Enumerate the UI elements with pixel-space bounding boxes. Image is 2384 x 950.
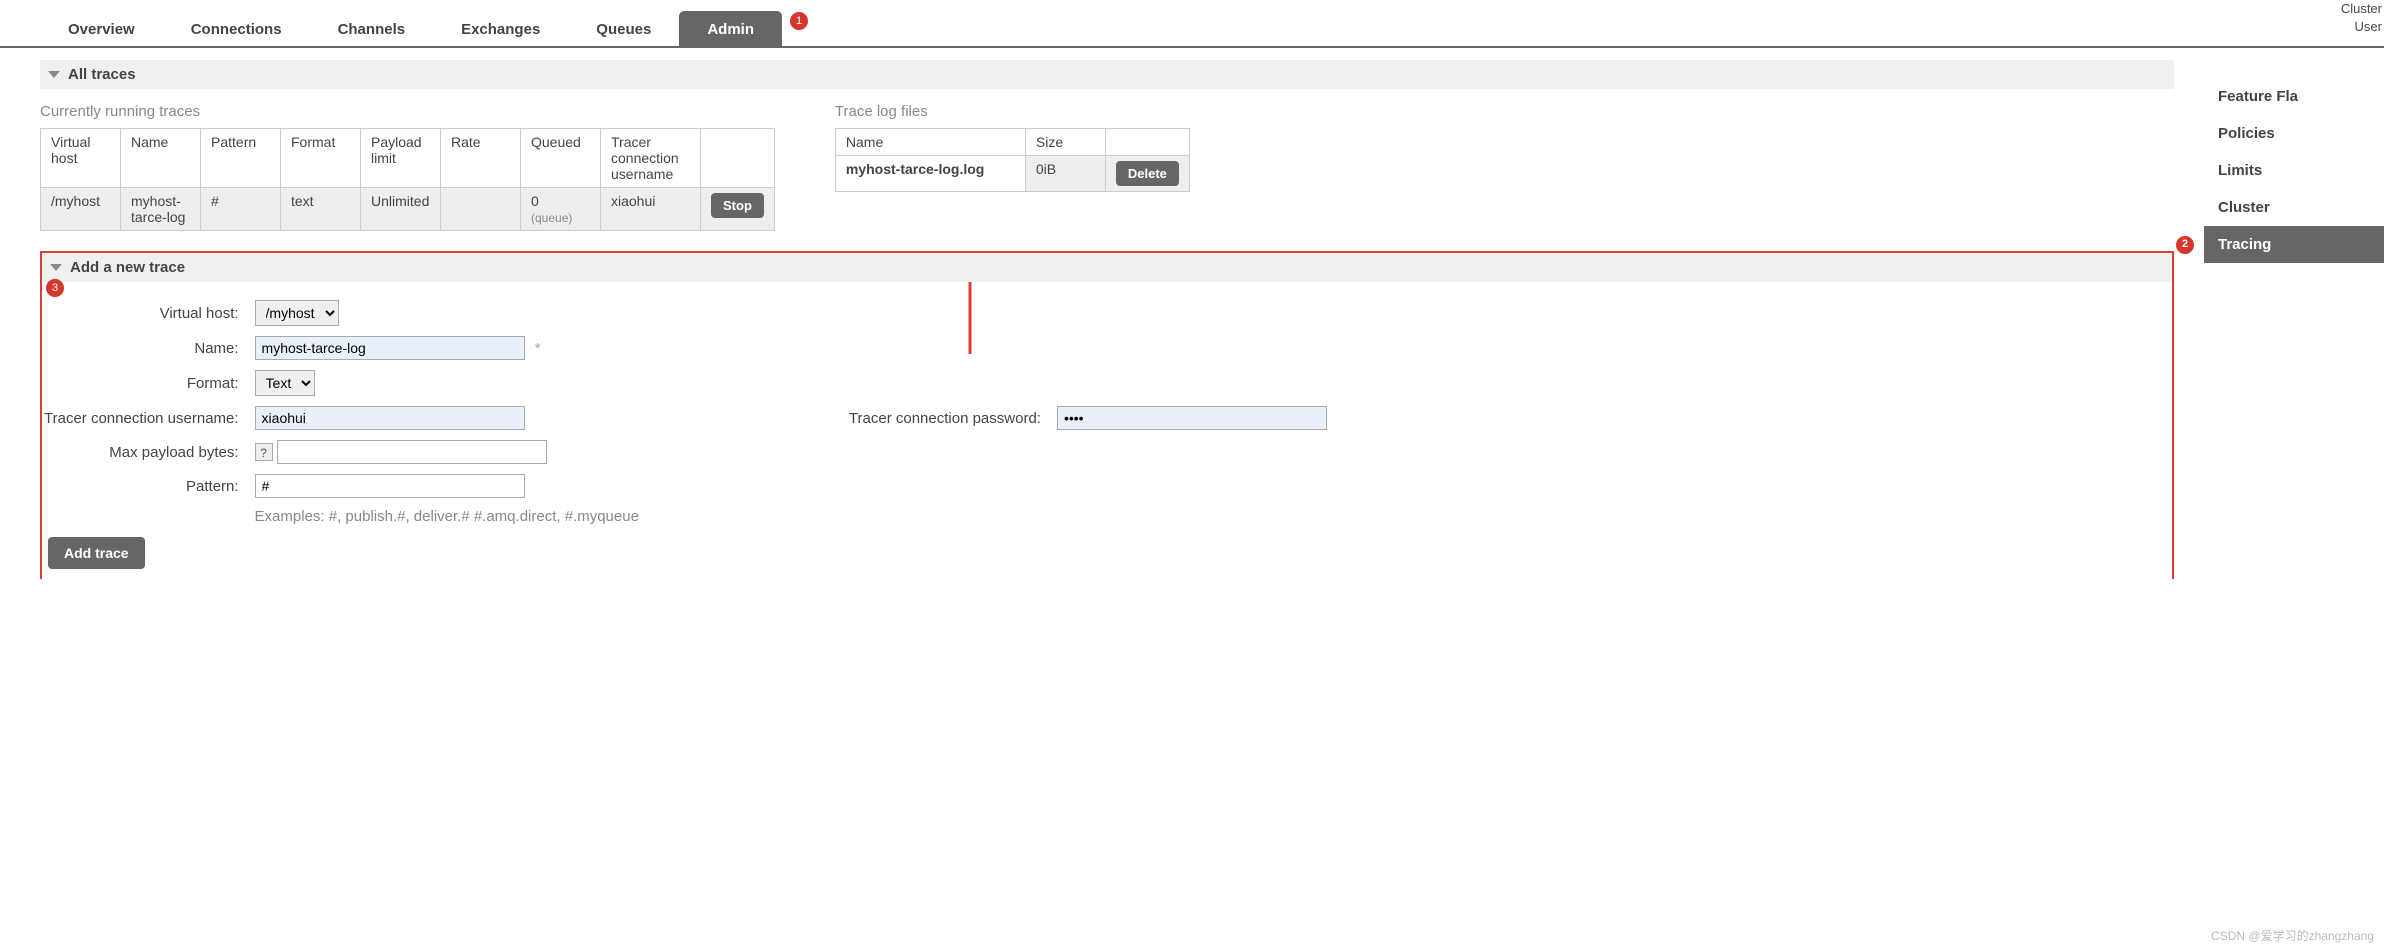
cluster-label: Cluster bbox=[2341, 0, 2382, 18]
col-log-size: Size bbox=[1025, 129, 1105, 156]
col-format: Format bbox=[281, 129, 361, 188]
format-select[interactable]: Text bbox=[255, 370, 315, 396]
stop-button[interactable]: Stop bbox=[711, 193, 764, 218]
section-add-trace[interactable]: Add a new trace bbox=[42, 253, 2172, 282]
top-nav: Overview Connections Channels Exchanges … bbox=[0, 0, 2384, 48]
side-limits[interactable]: Limits bbox=[2204, 152, 2384, 189]
side-tracing[interactable]: 2 Tracing bbox=[2204, 226, 2384, 263]
queued-sub: (queue) bbox=[531, 211, 572, 225]
col-log-name: Name bbox=[835, 129, 1025, 156]
cell-tracer-user: xiaohui bbox=[601, 188, 701, 231]
cell-vhost: /myhost bbox=[41, 188, 121, 231]
watermark: CSDN @爱学习的zhangzhang bbox=[2211, 927, 2374, 944]
annotation-badge-1: 1 bbox=[790, 12, 808, 30]
tab-exchanges[interactable]: Exchanges bbox=[433, 11, 568, 46]
annotation-badge-3: 3 bbox=[46, 279, 64, 297]
add-trace-button[interactable]: Add trace bbox=[48, 537, 145, 569]
cell-name: myhost-tarce-log bbox=[121, 188, 201, 231]
add-trace-form-right: Tracer connection password: bbox=[847, 400, 1335, 436]
cell-pattern: # bbox=[201, 188, 281, 231]
add-trace-panel: 3 Add a new trace Virtual host: /myhost … bbox=[40, 251, 2174, 579]
label-format: Format: bbox=[44, 366, 247, 400]
side-cluster[interactable]: Cluster bbox=[2204, 189, 2384, 226]
delete-button[interactable]: Delete bbox=[1116, 161, 1179, 186]
running-traces-table: Virtual host Name Pattern Format Payload… bbox=[40, 128, 775, 231]
label-tracer-pass: Tracer connection password: bbox=[849, 402, 1049, 434]
help-icon[interactable]: ? bbox=[255, 443, 273, 461]
tracer-user-input[interactable] bbox=[255, 406, 525, 430]
col-log-action bbox=[1105, 129, 1189, 156]
section-add-trace-title: Add a new trace bbox=[70, 259, 185, 276]
col-name: Name bbox=[121, 129, 201, 188]
col-vhost: Virtual host bbox=[41, 129, 121, 188]
log-files-title: Trace log files bbox=[835, 103, 1190, 120]
log-files-table: Name Size myhost-tarce-log.log 0iB Delet… bbox=[835, 128, 1190, 192]
section-all-traces[interactable]: All traces bbox=[40, 60, 2174, 89]
label-vhost: Virtual host: bbox=[44, 296, 247, 330]
annotation-badge-2: 2 bbox=[2176, 236, 2194, 254]
col-tracer-user: Tracer connection username bbox=[601, 129, 701, 188]
side-policies[interactable]: Policies bbox=[2204, 115, 2384, 152]
tab-admin[interactable]: Admin bbox=[679, 11, 782, 46]
tracer-pass-input[interactable] bbox=[1057, 406, 1327, 430]
mandatory-marker: * bbox=[535, 340, 541, 357]
pattern-input[interactable] bbox=[255, 474, 525, 498]
log-size: 0iB bbox=[1025, 156, 1105, 192]
cell-action: Stop bbox=[701, 188, 775, 231]
log-action: Delete bbox=[1105, 156, 1189, 192]
section-all-traces-title: All traces bbox=[68, 66, 136, 83]
cell-queued: 0 (queue) bbox=[521, 188, 601, 231]
chevron-down-icon bbox=[50, 264, 62, 271]
cell-format: text bbox=[281, 188, 361, 231]
side-nav: Feature Fla Policies Limits Cluster 2 Tr… bbox=[2204, 48, 2384, 263]
side-feature-flags[interactable]: Feature Fla bbox=[2204, 78, 2384, 115]
tab-overview[interactable]: Overview bbox=[40, 11, 163, 46]
vhost-select[interactable]: /myhost bbox=[255, 300, 339, 326]
tab-channels[interactable]: Channels bbox=[310, 11, 434, 46]
label-tracer-user: Tracer connection username: bbox=[44, 402, 247, 434]
cell-rate bbox=[441, 188, 521, 231]
pattern-examples: Examples: #, publish.#, deliver.# #.amq.… bbox=[249, 504, 645, 529]
user-label: User bbox=[2341, 18, 2382, 36]
max-payload-input[interactable] bbox=[277, 440, 547, 464]
tab-queues[interactable]: Queues bbox=[568, 11, 679, 46]
label-max-payload: Max payload bytes: bbox=[44, 436, 247, 468]
side-tracing-label: Tracing bbox=[2218, 236, 2271, 253]
label-name: Name: bbox=[44, 332, 247, 364]
col-queued: Queued bbox=[521, 129, 601, 188]
header-right: Cluster User bbox=[2341, 0, 2384, 36]
col-pattern: Pattern bbox=[201, 129, 281, 188]
queued-value: 0 bbox=[531, 193, 539, 209]
tab-connections[interactable]: Connections bbox=[163, 11, 310, 46]
col-rate: Rate bbox=[441, 129, 521, 188]
main-content: All traces Currently running traces Virt… bbox=[0, 48, 2204, 579]
label-pattern: Pattern: bbox=[44, 470, 247, 502]
chevron-down-icon bbox=[48, 71, 60, 78]
cell-payload: Unlimited bbox=[361, 188, 441, 231]
col-payload: Payload limit bbox=[361, 129, 441, 188]
trace-row: /myhost myhost-tarce-log # text Unlimite… bbox=[41, 188, 775, 231]
log-name[interactable]: myhost-tarce-log.log bbox=[835, 156, 1025, 192]
running-traces-title: Currently running traces bbox=[40, 103, 775, 120]
log-row: myhost-tarce-log.log 0iB Delete bbox=[835, 156, 1189, 192]
add-trace-form-left: Virtual host: /myhost Name: * Forma bbox=[42, 294, 647, 531]
col-action bbox=[701, 129, 775, 188]
name-input[interactable] bbox=[255, 336, 525, 360]
